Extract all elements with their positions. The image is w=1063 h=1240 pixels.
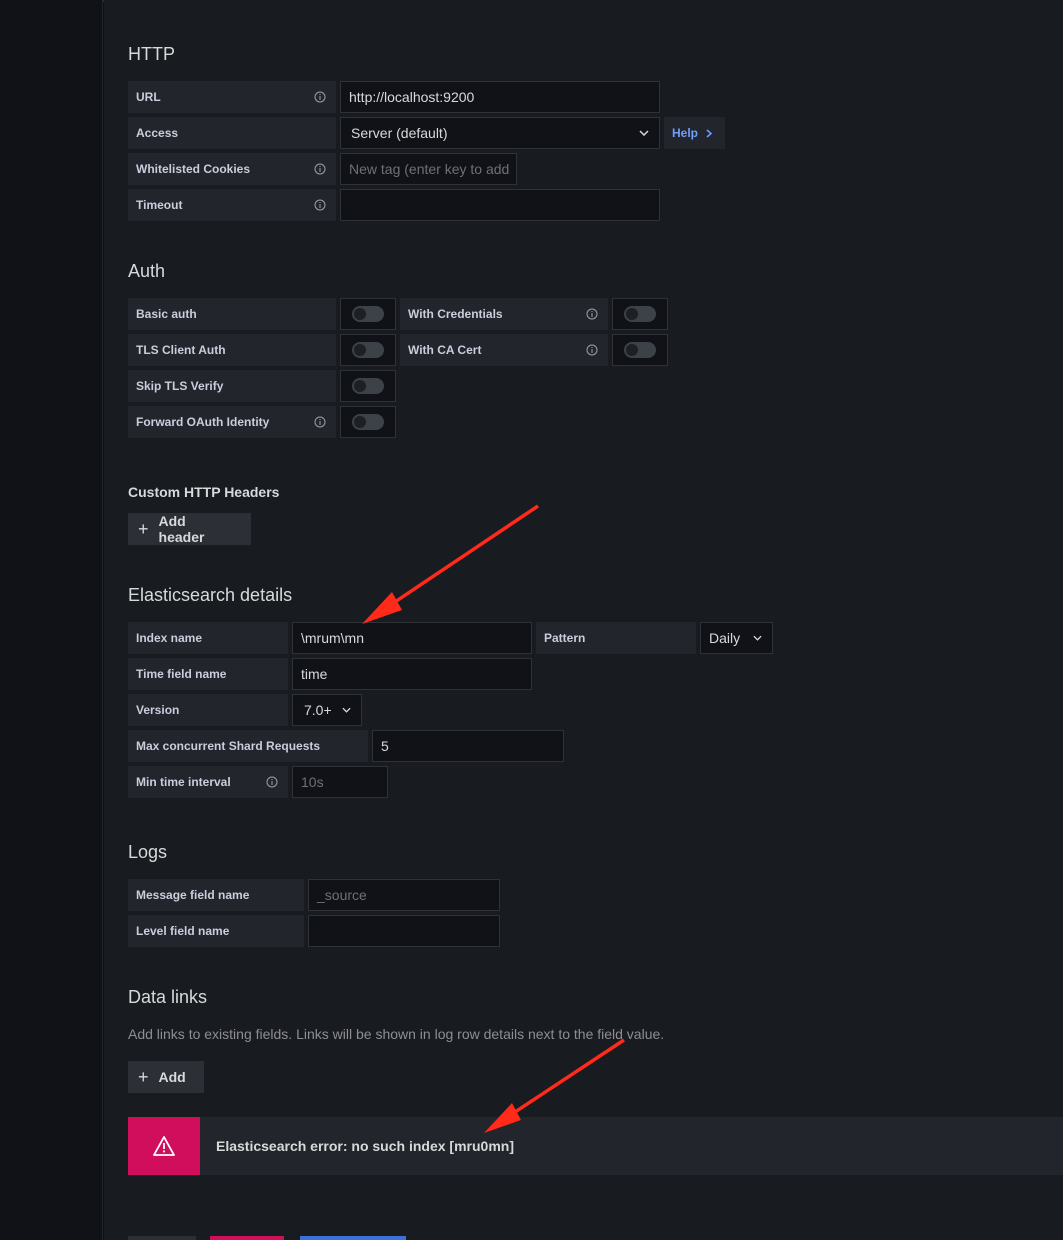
section-title-es: Elasticsearch details	[128, 585, 293, 605]
max-shard-label: Max concurrent Shard Requests	[128, 730, 368, 762]
section-title-auth: Auth	[128, 261, 166, 281]
basic-auth-text: Basic auth	[136, 307, 197, 321]
toggle-switch	[624, 306, 656, 322]
access-select[interactable]: Server (default)	[340, 117, 660, 149]
skip-tls-verify-label: Skip TLS Verify	[128, 370, 336, 402]
error-alert: Elasticsearch error: no such index [mru0…	[128, 1117, 1063, 1175]
chevron-right-icon	[706, 128, 713, 138]
delete-button[interactable]	[210, 1236, 284, 1240]
with-ca-cert-text: With CA Cert	[408, 343, 482, 357]
timeout-input[interactable]	[340, 189, 660, 221]
level-field-text: Level field name	[136, 924, 230, 938]
access-label-text: Access	[136, 126, 179, 140]
chevron-down-icon	[342, 707, 351, 713]
info-icon[interactable]	[314, 416, 326, 428]
help-button[interactable]: Help	[664, 117, 725, 149]
info-icon[interactable]	[586, 308, 598, 320]
settings-panel	[104, 0, 1063, 1240]
with-ca-cert-label: With CA Cert	[400, 334, 608, 366]
level-field-input[interactable]	[308, 915, 500, 947]
with-credentials-label: With Credentials	[400, 298, 608, 330]
plus-icon: +	[138, 1066, 149, 1087]
version-select-value: 7.0+	[304, 702, 332, 718]
index-name-text: Index name	[136, 631, 203, 645]
with-credentials-toggle[interactable]	[612, 298, 668, 330]
toggle-switch	[352, 414, 384, 430]
warning-icon	[153, 1136, 175, 1156]
pattern-label: Pattern	[536, 622, 696, 654]
url-input[interactable]: http://localhost:9200	[340, 81, 660, 113]
time-field-label: Time field name	[128, 658, 288, 690]
forward-oauth-toggle[interactable]	[340, 406, 396, 438]
section-title-http: HTTP	[128, 44, 175, 64]
basic-auth-label: Basic auth	[128, 298, 336, 330]
skip-tls-verify-toggle[interactable]	[340, 370, 396, 402]
level-field-label: Level field name	[128, 915, 304, 947]
help-label: Help	[672, 126, 699, 140]
tls-client-auth-text: TLS Client Auth	[136, 343, 226, 357]
toggle-switch	[352, 306, 384, 322]
toggle-switch	[352, 342, 384, 358]
side-nav	[0, 0, 103, 1240]
max-shard-input[interactable]: 5	[372, 730, 564, 762]
back-button[interactable]	[128, 1236, 196, 1240]
pattern-text: Pattern	[544, 631, 586, 645]
basic-auth-toggle[interactable]	[340, 298, 396, 330]
tls-client-auth-toggle[interactable]	[340, 334, 396, 366]
alert-icon-box	[128, 1117, 200, 1175]
version-select[interactable]: 7.0+	[292, 694, 362, 726]
custom-headers-title: Custom HTTP Headers	[128, 484, 280, 500]
index-name-label: Index name	[128, 622, 288, 654]
min-interval-text: Min time interval	[136, 775, 231, 789]
cookies-label-text: Whitelisted Cookies	[136, 162, 251, 176]
add-data-link-label: Add	[158, 1069, 186, 1085]
toggle-switch	[624, 342, 656, 358]
min-interval-label: Min time interval	[128, 766, 288, 798]
add-header-label: Add header	[158, 513, 205, 545]
url-label: URL	[128, 81, 336, 113]
tls-client-auth-label: TLS Client Auth	[128, 334, 336, 366]
cookies-label: Whitelisted Cookies	[128, 153, 336, 185]
message-field-input[interactable]: _source	[308, 879, 500, 911]
max-shard-text: Max concurrent Shard Requests	[136, 739, 321, 753]
message-field-label: Message field name	[128, 879, 304, 911]
info-icon[interactable]	[314, 163, 326, 175]
forward-oauth-label: Forward OAuth Identity	[128, 406, 336, 438]
access-label: Access	[128, 117, 336, 149]
pattern-select-value: Daily	[709, 630, 741, 646]
version-label: Version	[128, 694, 288, 726]
access-select-value: Server (default)	[351, 125, 448, 141]
data-links-description: Add links to existing fields. Links will…	[128, 1026, 665, 1042]
timeout-label-text: Timeout	[136, 198, 183, 212]
info-icon[interactable]	[314, 199, 326, 211]
url-label-text: URL	[136, 90, 161, 104]
error-message: Elasticsearch error: no such index [mru0…	[216, 1138, 514, 1154]
add-data-link-button[interactable]: + Add	[128, 1061, 204, 1093]
cookies-tag-input[interactable]: New tag (enter key to add	[340, 153, 517, 185]
section-title-data-links: Data links	[128, 987, 208, 1007]
chevron-down-icon	[753, 635, 762, 641]
chevron-down-icon	[639, 130, 649, 136]
time-field-text: Time field name	[136, 667, 227, 681]
pattern-select[interactable]: Daily	[700, 622, 773, 654]
timeout-label: Timeout	[128, 189, 336, 221]
min-interval-input[interactable]: 10s	[292, 766, 388, 798]
skip-tls-verify-text: Skip TLS Verify	[136, 379, 224, 393]
add-header-button[interactable]: + Add header	[128, 513, 251, 545]
version-text: Version	[136, 703, 180, 717]
info-icon[interactable]	[586, 344, 598, 356]
section-title-logs: Logs	[128, 842, 168, 862]
forward-oauth-text: Forward OAuth Identity	[136, 415, 270, 429]
time-field-input[interactable]: time	[292, 658, 532, 690]
message-field-text: Message field name	[136, 888, 250, 902]
with-credentials-text: With Credentials	[408, 307, 503, 321]
index-name-input[interactable]: \mrum\mn	[292, 622, 532, 654]
plus-icon: +	[138, 518, 149, 539]
toggle-switch	[352, 378, 384, 394]
info-icon[interactable]	[314, 91, 326, 103]
save-test-button[interactable]	[300, 1236, 406, 1240]
with-ca-cert-toggle[interactable]	[612, 334, 668, 366]
info-icon[interactable]	[266, 776, 278, 788]
